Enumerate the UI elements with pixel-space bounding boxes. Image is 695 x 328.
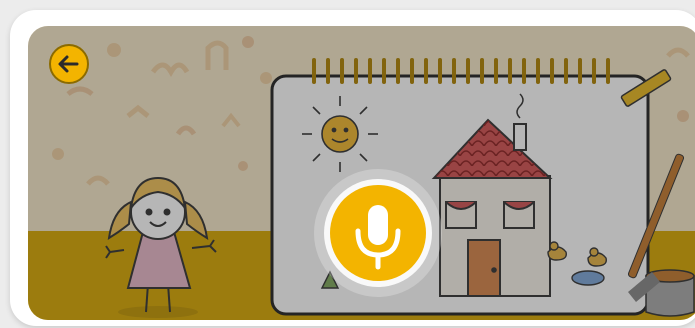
arrow-left-icon — [49, 43, 89, 84]
back-button[interactable] — [40, 36, 98, 94]
microphone-icon — [314, 169, 442, 297]
microphone-button[interactable] — [312, 167, 444, 299]
app-frame — [10, 10, 695, 326]
